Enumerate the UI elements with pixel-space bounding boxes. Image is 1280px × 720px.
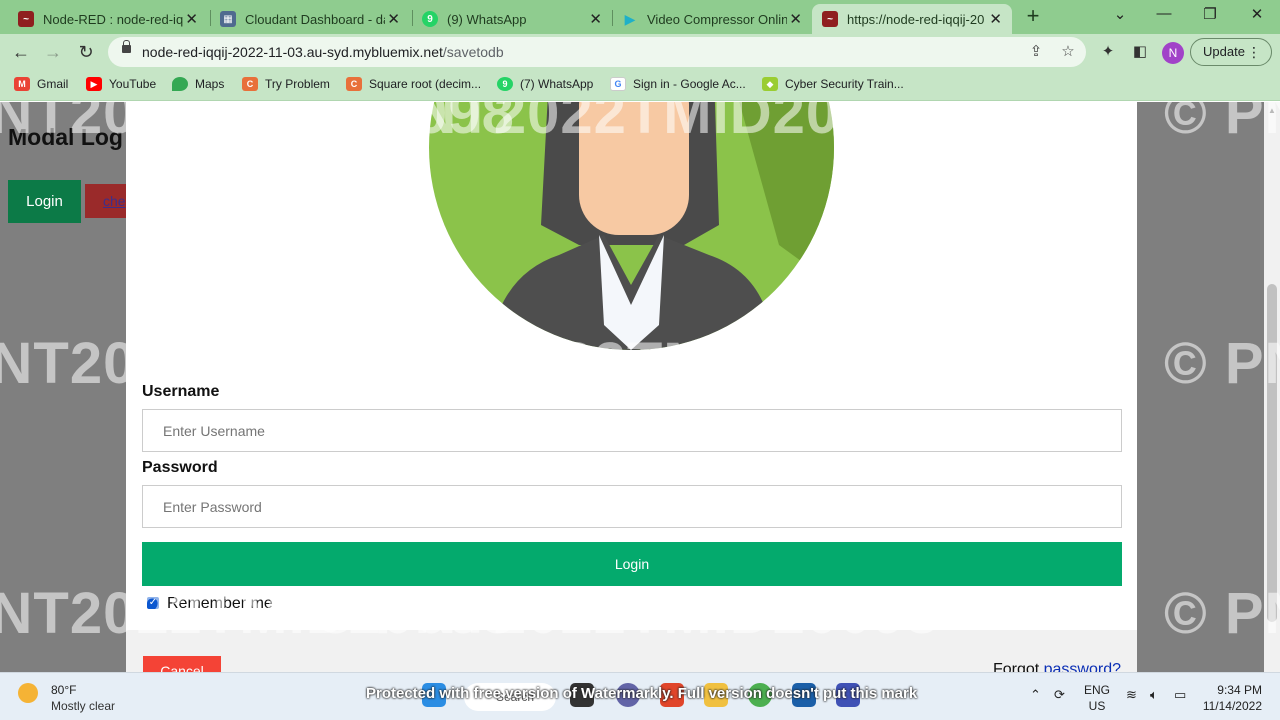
gmail-icon: M	[14, 77, 30, 91]
cloudant-icon: ▦	[220, 11, 236, 27]
minimize-button[interactable]: —	[1144, 5, 1184, 27]
watermark: © PNT2022TMID20098	[314, 331, 939, 396]
watermark: © PNT2022TMID20098	[1164, 331, 1280, 396]
side-panel-icon[interactable]: ◧	[1129, 42, 1151, 64]
address-bar[interactable]: node-red-iqqij-2022-11-03.au-syd.mybluem…	[108, 37, 1086, 67]
wifi-icon[interactable]: ≋	[1126, 687, 1137, 703]
url-host: node-red-iqqij-2022-11-03.au-syd.mybluem…	[142, 44, 443, 60]
bookmark-label: Maps	[195, 77, 225, 91]
tab-strip: ~ Node-RED : node-red-iqq ✕ ▦ Cloudant D…	[0, 0, 1280, 34]
bookmark-label: (7) WhatsApp	[520, 77, 594, 91]
node-red-icon: ~	[822, 11, 838, 27]
play-icon: ▶	[624, 10, 636, 27]
close-window-button[interactable]: ✕	[1237, 5, 1277, 27]
bookmark-gmail[interactable]: M Gmail	[14, 77, 68, 91]
chevron-up-icon[interactable]: ⌃	[1030, 687, 1041, 703]
clock-date: 11/14/2022	[1202, 699, 1262, 713]
tab-active-node-red[interactable]: ~ https://node-red-iqqij-20 ✕	[812, 4, 1012, 34]
password-input[interactable]	[142, 485, 1122, 528]
tab-title: Cloudant Dashboard - da	[245, 11, 385, 27]
update-button[interactable]: Update ⋮	[1190, 38, 1272, 66]
tab-title: https://node-red-iqqij-20	[847, 11, 985, 27]
extensions-puzzle-icon[interactable]: ✦	[1097, 42, 1119, 64]
open-login-button[interactable]: Login	[8, 180, 81, 223]
clock-time: 9:34 PM	[1217, 683, 1262, 697]
battery-icon[interactable]: ▭	[1174, 687, 1186, 703]
watermark: © PNT2022TMID20098	[314, 102, 939, 146]
bookmark-cyber-security[interactable]: ◆ Cyber Security Train...	[762, 77, 904, 91]
close-icon[interactable]: ✕	[789, 10, 802, 28]
restore-button[interactable]: ❐	[1190, 5, 1230, 27]
tab-node-red[interactable]: ~ Node-RED : node-red-iqq ✕	[8, 4, 208, 34]
page-content: Modal Log Login che Username Password Lo…	[0, 102, 1280, 672]
weather-condition[interactable]: Mostly clear	[51, 699, 115, 713]
watermark: © PNT2022TMID20098	[1164, 581, 1280, 646]
watermark: © PNT2022TMID20098	[314, 581, 939, 646]
bookmark-label: Cyber Security Train...	[785, 77, 904, 91]
close-icon[interactable]: ✕	[989, 10, 1002, 28]
close-icon[interactable]: ✕	[589, 10, 602, 28]
menu-dots-icon: ⋮	[1247, 44, 1261, 60]
forgot-prefix: Forgot	[992, 661, 1044, 672]
system-clock[interactable]: 9:34 PM 11/14/2022	[1202, 682, 1262, 714]
forgot-password-text: Forgot password?	[993, 661, 1121, 672]
weather-temperature[interactable]: 80°F	[51, 683, 76, 697]
cancel-button[interactable]: Cancel	[143, 656, 221, 672]
bookmark-maps[interactable]: Maps	[172, 77, 224, 91]
url-path: /savetodb	[442, 44, 504, 60]
lang-primary: ENG	[1084, 683, 1111, 697]
profile-avatar[interactable]: N	[1162, 42, 1184, 64]
sync-icon[interactable]: ⟳	[1054, 687, 1065, 703]
bookmarks-bar: M Gmail ▶ YouTube Maps C Try Problem C Squar…	[0, 71, 1280, 101]
bookmark-square-root[interactable]: C Square root (decim...	[346, 77, 481, 91]
maps-icon	[172, 77, 188, 91]
bookmark-label: Try Problem	[265, 77, 330, 91]
close-icon[interactable]: ✕	[185, 10, 198, 28]
bookmark-youtube[interactable]: ▶ YouTube	[86, 77, 156, 91]
weather-moon-icon[interactable]	[18, 683, 38, 703]
cyber-security-icon: ◆	[762, 77, 778, 91]
browser-toolbar: ← → ↻ node-red-iqqij-2022-11-03.au-syd.m…	[0, 34, 1280, 71]
close-icon[interactable]: ✕	[387, 10, 400, 28]
whatsapp-icon: 9	[497, 77, 513, 91]
bookmark-label: Square root (decim...	[369, 77, 482, 91]
username-input[interactable]	[142, 409, 1122, 452]
codechef-icon: C	[242, 77, 258, 91]
tab-title: Video Compressor Online	[647, 11, 787, 27]
back-arrow-icon[interactable]: ←	[10, 42, 32, 64]
watermark: © PNT2022TMID20098	[1164, 102, 1280, 146]
whatsapp-icon: 9	[422, 11, 438, 27]
tab-whatsapp[interactable]: 9 (9) WhatsApp ✕	[412, 4, 612, 34]
codechef-icon: C	[346, 77, 362, 91]
update-label: Update	[1203, 44, 1245, 59]
language-indicator[interactable]: ENG US	[1084, 682, 1110, 714]
bookmark-label: YouTube	[109, 77, 157, 91]
tab-title: Node-RED : node-red-iqq	[43, 11, 183, 27]
youtube-icon: ▶	[86, 77, 102, 91]
forward-arrow-icon[interactable]: →	[42, 42, 64, 64]
bookmark-label: Sign in - Google Ac...	[633, 77, 746, 91]
bookmark-star-icon[interactable]: ☆	[1058, 42, 1078, 62]
new-tab-button[interactable]: +	[1022, 5, 1044, 27]
tab-title: (9) WhatsApp	[447, 11, 527, 27]
share-icon[interactable]: ⇪	[1026, 42, 1046, 62]
reload-icon[interactable]: ↻	[75, 42, 97, 64]
node-red-icon: ~	[18, 11, 34, 27]
tab-search-chevron-icon[interactable]: ⌄	[1100, 5, 1140, 27]
volume-icon[interactable]: 🔈︎	[1150, 687, 1158, 703]
lock-icon[interactable]	[122, 40, 131, 53]
bookmark-label: Gmail	[37, 77, 69, 91]
tab-video-compressor[interactable]: ▶ Video Compressor Online ✕	[612, 4, 812, 34]
bookmark-try-problem[interactable]: C Try Problem	[242, 77, 330, 91]
lang-secondary: US	[1088, 699, 1106, 713]
bookmark-whatsapp[interactable]: 9 (7) WhatsApp	[497, 77, 593, 91]
password-label: Password	[142, 459, 218, 476]
tab-cloudant[interactable]: ▦ Cloudant Dashboard - da ✕	[210, 4, 410, 34]
google-icon: G	[610, 77, 626, 91]
bookmark-google-signin[interactable]: G Sign in - Google Ac...	[610, 77, 746, 91]
watermarkly-notice: Protected with free version of Watermark…	[366, 685, 918, 702]
forgot-password-link[interactable]: password?	[1044, 661, 1121, 672]
url-text[interactable]: node-red-iqqij-2022-11-03.au-syd.mybluem…	[142, 44, 504, 60]
windows-taskbar: 80°F Mostly clear Search Protected with …	[0, 672, 1280, 720]
